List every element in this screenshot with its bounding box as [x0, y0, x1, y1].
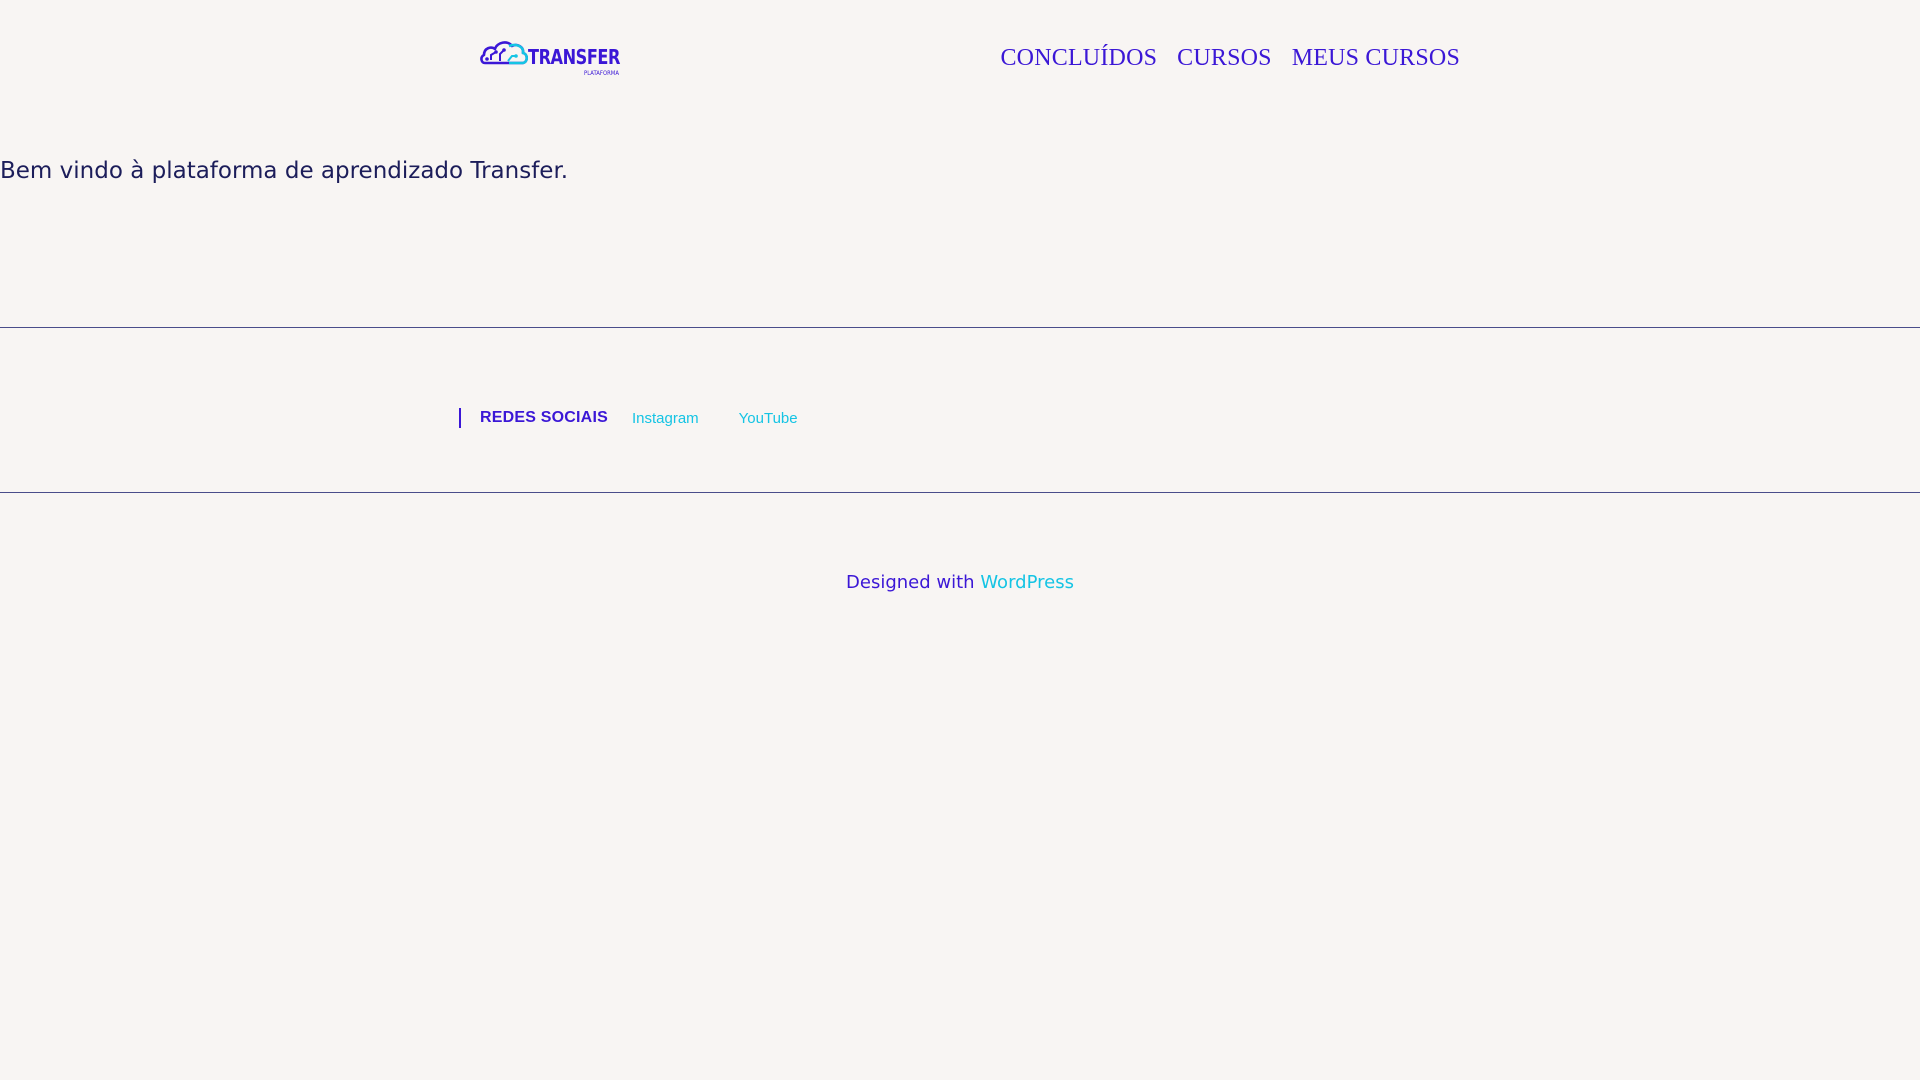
- social-heading: REDES SOCIAIS: [480, 409, 608, 426]
- brain-cloud-icon: TRANSFER PLATAFORMA: [480, 41, 621, 77]
- credit-text: Designed with: [846, 572, 981, 593]
- footer-divider-top: [0, 327, 1920, 328]
- svg-text:PLATAFORMA: PLATAFORMA: [584, 70, 620, 77]
- main-navigation: CONCLUÍDOS CURSOS MEUS CURSOS: [1000, 43, 1460, 73]
- wordpress-link[interactable]: WordPress: [980, 572, 1074, 593]
- footer-credit: Designed with WordPress: [0, 571, 1920, 595]
- site-logo[interactable]: TRANSFER PLATAFORMA: [479, 37, 624, 82]
- nav-link-cursos[interactable]: CURSOS: [1177, 43, 1272, 73]
- welcome-message: Bem vindo à plataforma de aprendizado Tr…: [0, 158, 569, 184]
- nav-link-meus-cursos[interactable]: MEUS CURSOS: [1292, 43, 1460, 73]
- footer-divider-bottom: [0, 492, 1920, 493]
- nav-link-concluidos[interactable]: CONCLUÍDOS: [1000, 43, 1157, 73]
- section-accent-bar: [459, 408, 461, 428]
- site-header: TRANSFER PLATAFORMA CONCLUÍDOS CURSOS ME…: [0, 0, 1920, 116]
- social-links-section: REDES SOCIAIS Instagram YouTube: [459, 406, 798, 430]
- svg-text:TRANSFER: TRANSFER: [528, 45, 621, 69]
- youtube-link[interactable]: YouTube: [739, 410, 798, 427]
- instagram-link[interactable]: Instagram: [632, 410, 699, 427]
